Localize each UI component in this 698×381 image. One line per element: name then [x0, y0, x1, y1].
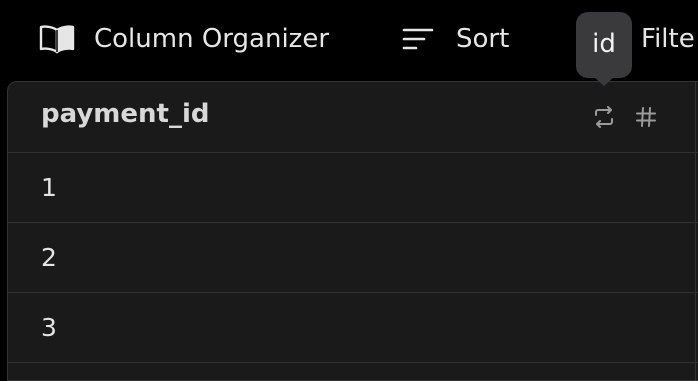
column-type-tooltip: id [576, 12, 632, 78]
column-organizer-button[interactable]: Column Organizer [38, 18, 329, 60]
sort-lines-icon [402, 27, 434, 51]
filter-button[interactable]: Filte [641, 18, 695, 60]
sort-button[interactable]: Sort [402, 18, 509, 60]
column-organizer-label: Column Organizer [94, 24, 330, 54]
table-row[interactable]: 1 [8, 153, 698, 223]
table-cell: 3 [41, 313, 57, 342]
tooltip-arrow [595, 78, 613, 86]
column-header-title: payment_id [41, 99, 210, 129]
hash-icon [635, 106, 657, 132]
book-open-icon [38, 24, 76, 54]
swap-arrows-icon[interactable] [593, 106, 615, 132]
data-grid: payment_id 1 2 3 [7, 81, 698, 381]
tooltip-text: id [592, 29, 616, 59]
table-row[interactable]: 3 [8, 293, 698, 363]
table-cell: 2 [41, 243, 57, 272]
table-cell: 1 [41, 173, 57, 202]
filter-label: Filte [641, 24, 695, 54]
sort-label: Sort [456, 24, 510, 54]
column-header[interactable]: payment_id [8, 82, 698, 153]
table-row[interactable]: 2 [8, 223, 698, 293]
